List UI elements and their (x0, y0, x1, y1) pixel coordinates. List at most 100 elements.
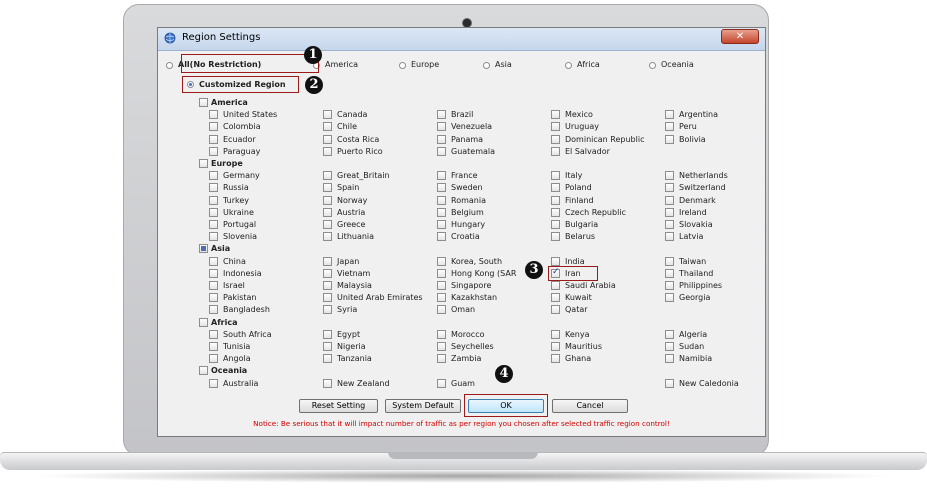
radio-mode-all-no-restriction-[interactable] (166, 62, 173, 69)
system-default-button[interactable]: System Default (385, 399, 461, 413)
country-checkbox-sudan[interactable] (665, 342, 674, 351)
country-checkbox-czech-republic[interactable] (551, 207, 560, 217)
country-checkbox-saudi-arabia[interactable] (551, 281, 560, 290)
country-checkbox-italy[interactable] (551, 171, 560, 181)
country-checkbox-poland[interactable] (551, 183, 560, 193)
country-checkbox-costa-rica[interactable] (323, 134, 332, 144)
radio-mode-oceania[interactable] (649, 62, 656, 69)
country-checkbox-pakistan[interactable] (209, 293, 218, 303)
country-checkbox-ireland[interactable] (665, 207, 674, 217)
country-checkbox-bulgaria[interactable] (551, 220, 560, 229)
country-checkbox-seychelles[interactable] (437, 342, 446, 351)
country-checkbox-brazil[interactable] (437, 110, 446, 120)
country-checkbox-korea-south[interactable] (437, 256, 446, 266)
country-checkbox-namibia[interactable] (665, 354, 674, 364)
country-checkbox-south-africa[interactable] (209, 329, 218, 339)
country-checkbox-spain[interactable] (323, 183, 332, 193)
country-checkbox-philippines[interactable] (665, 281, 674, 290)
country-checkbox-belgium[interactable] (437, 207, 446, 217)
country-checkbox-india[interactable] (551, 256, 560, 266)
country-checkbox-indonesia[interactable] (209, 268, 218, 278)
country-checkbox-israel[interactable] (209, 281, 218, 290)
region-checkbox-africa[interactable] (199, 317, 208, 327)
country-checkbox-egypt[interactable] (323, 329, 332, 339)
country-checkbox-singapore[interactable] (437, 281, 446, 290)
region-checkbox-asia[interactable] (199, 244, 208, 254)
country-checkbox-hong-kong-sar[interactable] (437, 268, 446, 278)
country-checkbox-chile[interactable] (323, 122, 332, 132)
radio-mode-asia[interactable] (483, 62, 490, 69)
country-checkbox-portugal[interactable] (209, 220, 218, 229)
country-checkbox-ukraine[interactable] (209, 207, 218, 217)
country-checkbox-algeria[interactable] (665, 329, 674, 339)
country-checkbox-qatar[interactable] (551, 305, 560, 315)
country-checkbox-slovenia[interactable] (209, 232, 218, 242)
reset-setting-button[interactable]: Reset Setting (299, 399, 378, 413)
country-checkbox-syria[interactable] (323, 305, 332, 315)
country-checkbox-nigeria[interactable] (323, 342, 332, 351)
country-checkbox-norway[interactable] (323, 195, 332, 205)
country-checkbox-russia[interactable] (209, 183, 218, 193)
region-checkbox-europe[interactable] (199, 159, 208, 168)
country-checkbox-tunisia[interactable] (209, 342, 218, 351)
country-checkbox-australia[interactable] (209, 378, 218, 388)
country-checkbox-puerto-rico[interactable] (323, 146, 332, 156)
country-checkbox-great-britain[interactable] (323, 171, 332, 181)
country-checkbox-peru[interactable] (665, 122, 674, 132)
country-checkbox-japan[interactable] (323, 256, 332, 266)
country-checkbox-kuwait[interactable] (551, 293, 560, 303)
region-checkbox-oceania[interactable] (199, 366, 208, 376)
country-checkbox-mauritius[interactable] (551, 342, 560, 351)
country-checkbox-bangladesh[interactable] (209, 305, 218, 315)
country-checkbox-canada[interactable] (323, 110, 332, 120)
country-checkbox-venezuela[interactable] (437, 122, 446, 132)
country-checkbox-guam[interactable] (437, 378, 446, 388)
country-checkbox-panama[interactable] (437, 134, 446, 144)
country-checkbox-sweden[interactable] (437, 183, 446, 193)
country-checkbox-el-salvador[interactable] (551, 146, 560, 156)
country-checkbox-united-arab-emirates[interactable] (323, 293, 332, 303)
close-button[interactable]: ✕ (721, 29, 759, 44)
country-checkbox-austria[interactable] (323, 207, 332, 217)
country-checkbox-mexico[interactable] (551, 110, 560, 120)
country-checkbox-finland[interactable] (551, 195, 560, 205)
country-checkbox-thailand[interactable] (665, 268, 674, 278)
country-checkbox-new-caledonia[interactable] (665, 378, 674, 388)
country-checkbox-lithuania[interactable] (323, 232, 332, 242)
country-checkbox-bolivia[interactable] (665, 134, 674, 144)
country-checkbox-greece[interactable] (323, 220, 332, 229)
country-checkbox-turkey[interactable] (209, 195, 218, 205)
country-checkbox-tanzania[interactable] (323, 354, 332, 364)
country-checkbox-kenya[interactable] (551, 329, 560, 339)
country-checkbox-france[interactable] (437, 171, 446, 181)
country-checkbox-new-zealand[interactable] (323, 378, 332, 388)
region-checkbox-america[interactable] (199, 98, 208, 107)
country-checkbox-uruguay[interactable] (551, 122, 560, 132)
cancel-button[interactable]: Cancel (552, 399, 628, 413)
country-checkbox-vietnam[interactable] (323, 268, 332, 278)
country-checkbox-malaysia[interactable] (323, 281, 332, 290)
country-checkbox-croatia[interactable] (437, 232, 446, 242)
country-checkbox-belarus[interactable] (551, 232, 560, 242)
country-checkbox-zambia[interactable] (437, 354, 446, 364)
radio-mode-europe[interactable] (399, 62, 406, 69)
country-checkbox-paraguay[interactable] (209, 146, 218, 156)
country-checkbox-guatemala[interactable] (437, 146, 446, 156)
country-checkbox-morocco[interactable] (437, 329, 446, 339)
country-checkbox-switzerland[interactable] (665, 183, 674, 193)
country-checkbox-kazakhstan[interactable] (437, 293, 446, 303)
radio-mode-africa[interactable] (565, 62, 572, 69)
country-checkbox-germany[interactable] (209, 171, 218, 181)
country-checkbox-slovakia[interactable] (665, 220, 674, 229)
country-checkbox-argentina[interactable] (665, 110, 674, 120)
country-checkbox-ecuador[interactable] (209, 134, 218, 144)
country-checkbox-china[interactable] (209, 256, 218, 266)
country-checkbox-latvia[interactable] (665, 232, 674, 242)
country-checkbox-georgia[interactable] (665, 293, 674, 303)
country-checkbox-colombia[interactable] (209, 122, 218, 132)
country-checkbox-united-states[interactable] (209, 110, 218, 120)
country-checkbox-romania[interactable] (437, 195, 446, 205)
country-checkbox-oman[interactable] (437, 305, 446, 315)
country-checkbox-dominican-republic[interactable] (551, 134, 560, 144)
country-checkbox-ghana[interactable] (551, 354, 560, 364)
